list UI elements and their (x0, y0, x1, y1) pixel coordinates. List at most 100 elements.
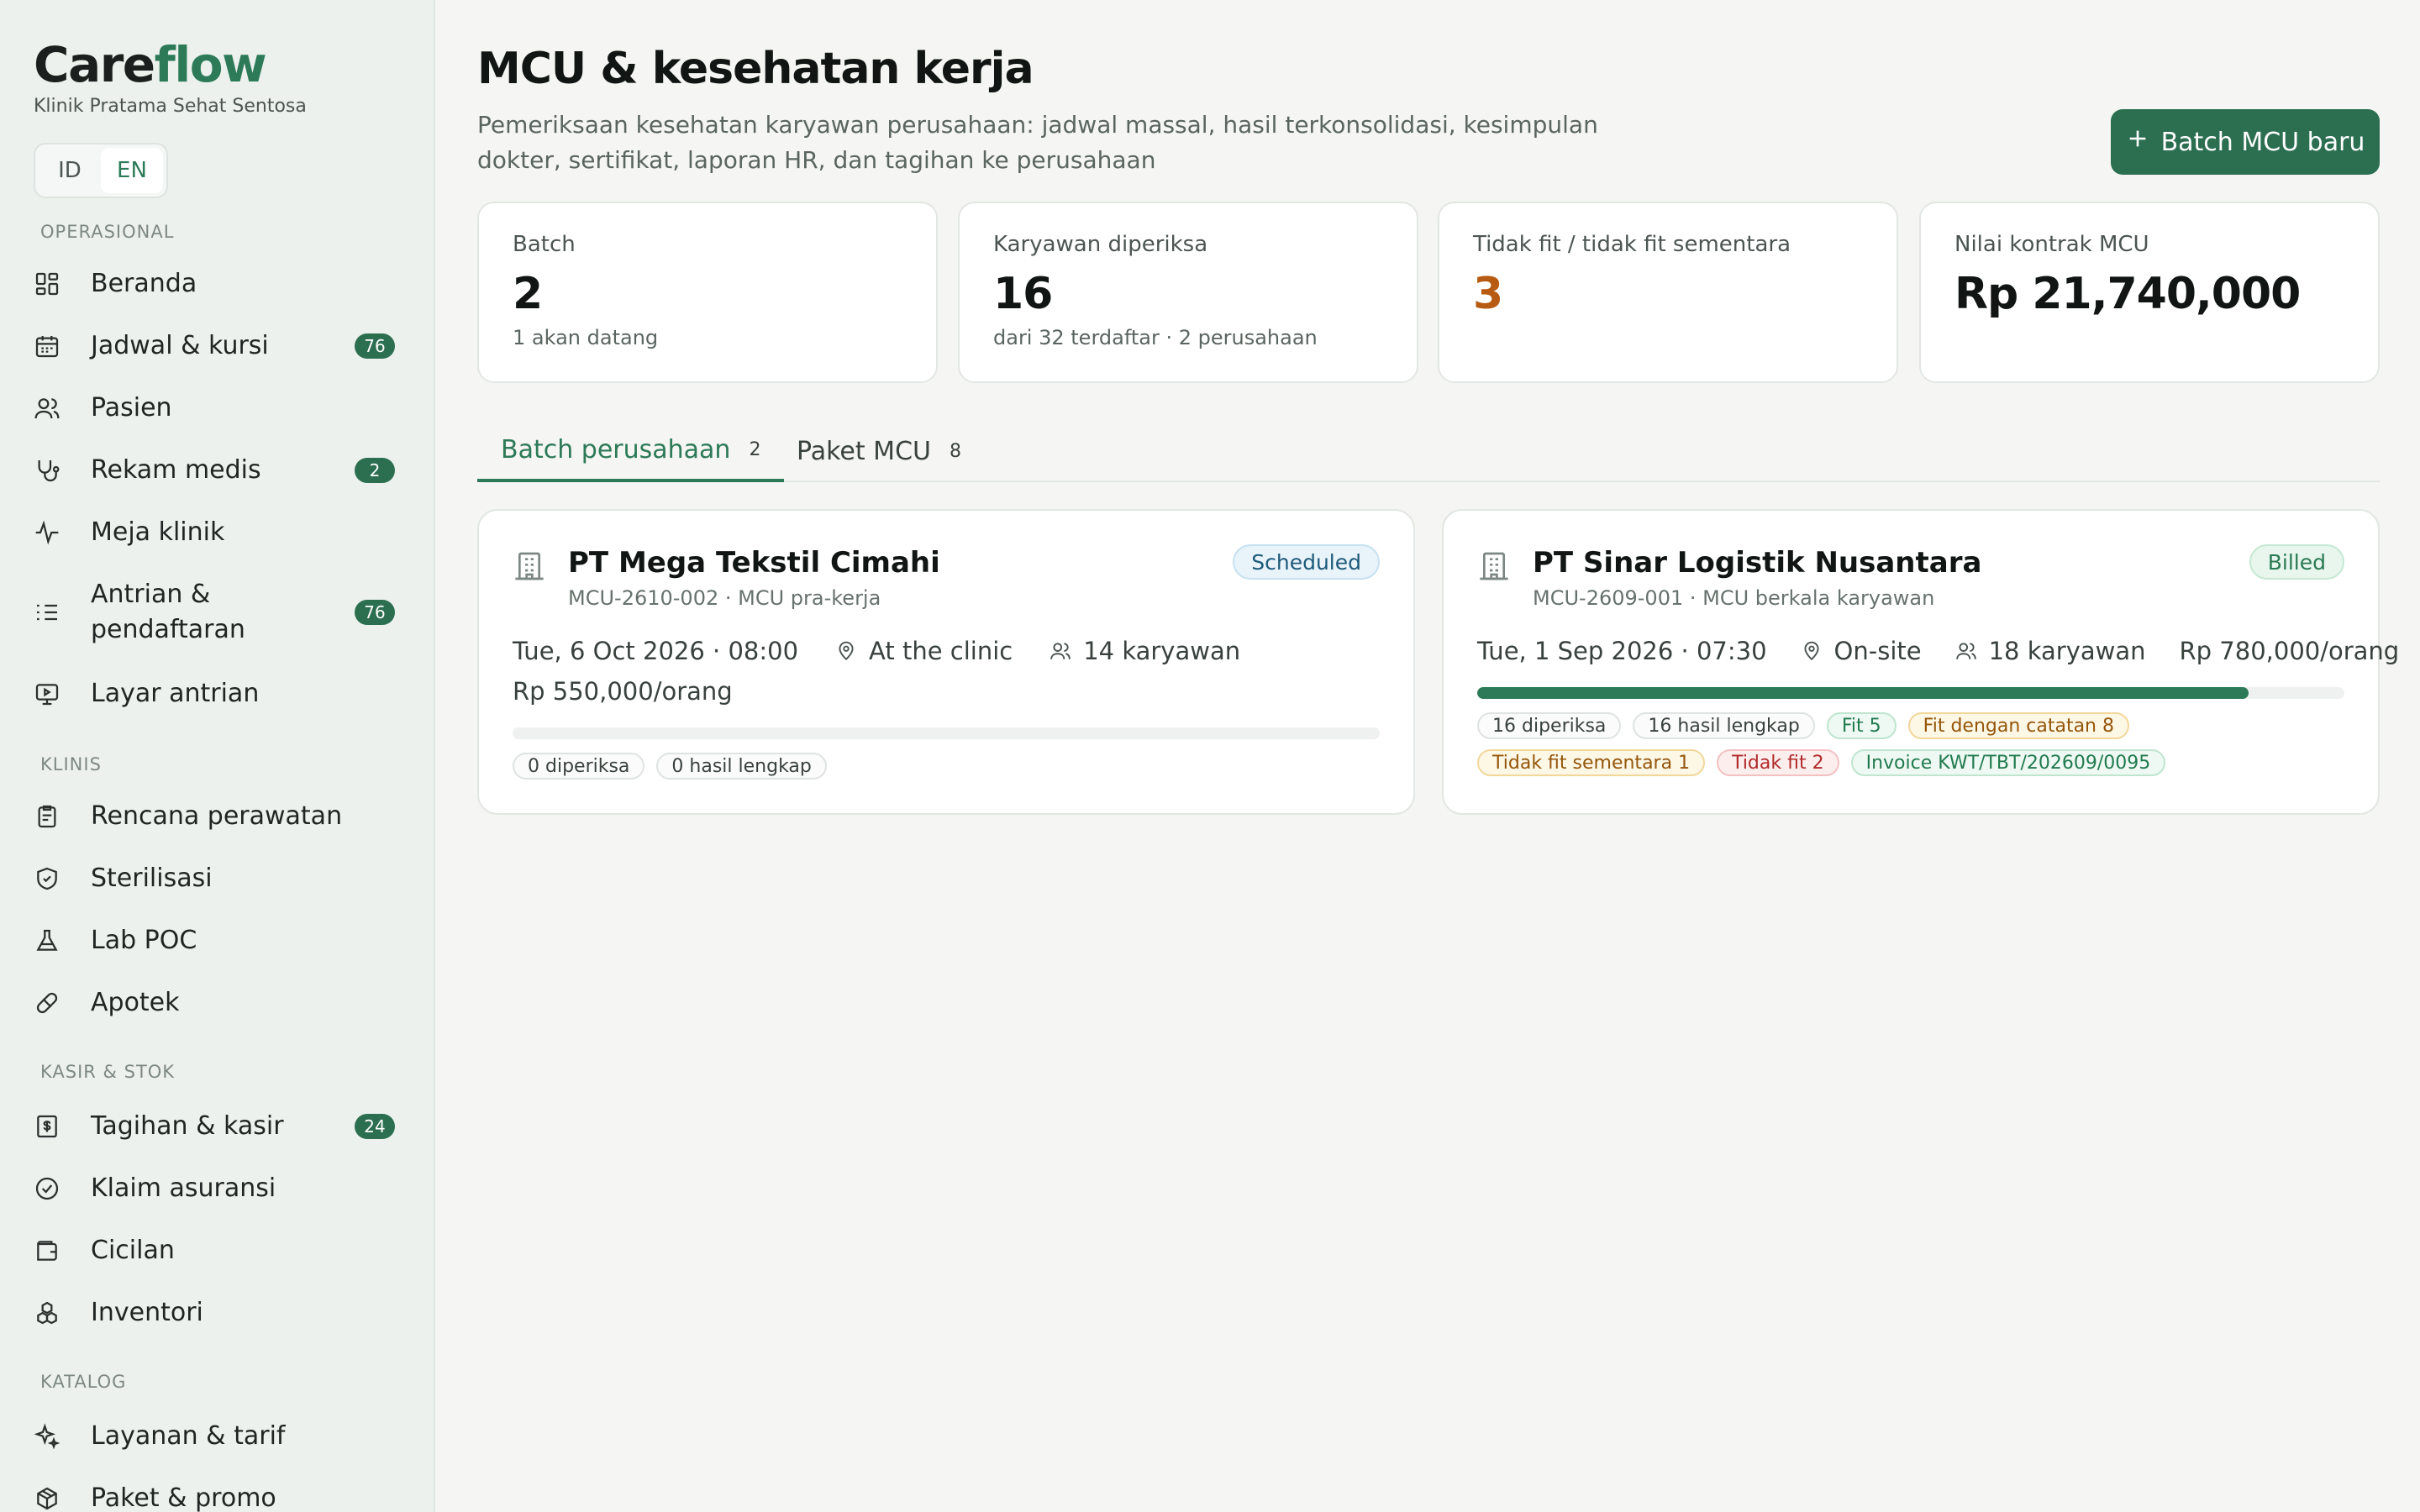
receipt-icon (34, 1111, 76, 1142)
batch-card[interactable]: PT Sinar Logistik Nusantara MCU-2609-001… (1442, 509, 2399, 815)
stat-value: 3 (1473, 269, 1503, 319)
price-text: Rp 780,000/orang (2179, 637, 2400, 665)
tab-label: Batch perusahaan (501, 434, 731, 465)
sidebar-item-label: Layar antrian (91, 679, 260, 708)
tab-paket-mcu[interactable]: Paket MCU 8 (773, 420, 985, 482)
sidebar-item-label: Antrian & pendaftaran (91, 580, 245, 644)
stat-card-karyawan: Karyawan diperiksa 16 dari 32 terdaftar … (958, 202, 1418, 383)
batch-datetime: Tue, 6 Oct 2026 · 08:00 (513, 637, 799, 665)
status-badge: Scheduled (1233, 544, 1380, 580)
sidebar-item-lab-poc[interactable]: Lab POC (34, 923, 403, 958)
calendar-icon (34, 331, 76, 361)
batch-location: On-site (1833, 637, 1922, 665)
main-content: MCU & kesehatan kerja Pemeriksaan keseha… (477, 0, 2399, 1512)
batch-employees: 14 karyawan (1083, 637, 1241, 665)
count-badge: 2 (355, 458, 395, 483)
sparkles-icon (34, 1421, 76, 1452)
location-pin-icon (835, 640, 857, 662)
sidebar-item-rencana-perawatan[interactable]: Rencana perawatan (34, 799, 403, 834)
chip-fit-dengan-catatan: Fit dengan catatan 8 (1907, 712, 2129, 739)
stat-card-batch: Batch 2 1 akan datang (477, 202, 938, 383)
plus-icon (2126, 127, 2149, 157)
location-pin-icon (1801, 640, 1823, 662)
sidebar-item-label: Layanan & tarif (91, 1421, 286, 1451)
users-icon (34, 393, 76, 423)
company-name: PT Sinar Logistik Nusantara (1533, 546, 1982, 580)
sidebar-item-label: Rekam medis (91, 455, 261, 485)
section-klinis: KLINIS (40, 754, 102, 774)
activity-icon (34, 517, 76, 548)
stat-value: 2 (513, 269, 543, 319)
sidebar-item-jadwal[interactable]: Jadwal & kursi 76 (34, 328, 403, 364)
sidebar-item-pasien[interactable]: Pasien (34, 391, 403, 426)
batch-datetime: Tue, 1 Sep 2026 · 07:30 (1477, 637, 1767, 665)
lang-en-button[interactable]: EN (101, 148, 163, 193)
chip-list: 0 diperiksa 0 hasil lengkap (513, 753, 1386, 780)
chip-invoice[interactable]: Invoice KWT/TBT/202609/0095 (1850, 749, 2166, 776)
sidebar-item-layanan-tarif[interactable]: Layanan & tarif (34, 1419, 403, 1454)
language-switch: ID EN (34, 143, 168, 198)
dashboard-icon (34, 269, 76, 299)
sidebar-item-sterilisasi[interactable]: Sterilisasi (34, 861, 403, 896)
sidebar-item-meja-klinik[interactable]: Meja klinik (34, 515, 403, 550)
status-badge: Billed (2249, 544, 2344, 580)
stat-sub: 1 akan datang (513, 326, 659, 349)
tab-count: 2 (749, 438, 761, 460)
chip-diperiksa: 16 diperiksa (1477, 712, 1622, 739)
chip-tidak-fit-sementara: Tidak fit sementara 1 (1477, 749, 1706, 776)
batch-meta: Tue, 6 Oct 2026 · 08:00 At the clinic 14… (513, 637, 1240, 665)
sidebar-item-paket-promo[interactable]: Paket & promo (34, 1481, 403, 1512)
brand-name-part1: Care (34, 36, 155, 93)
sidebar-item-antrian[interactable]: Antrian & pendaftaran 76 (34, 577, 403, 648)
sidebar-item-label: Rencana perawatan (91, 801, 343, 831)
progress-bar (1477, 687, 2344, 699)
tab-batch-perusahaan[interactable]: Batch perusahaan 2 (477, 420, 785, 482)
users-icon (1955, 640, 1977, 662)
brand-name-part2: flow (154, 36, 267, 93)
chip-list: 16 diperiksa 16 hasil lengkap Fit 5 Fit … (1477, 712, 2351, 776)
stat-label: Karyawan diperiksa (993, 232, 1208, 257)
flask-icon (34, 926, 76, 956)
brand-logo[interactable]: Careflow (34, 35, 307, 94)
stat-label: Tidak fit / tidak fit sementara (1473, 232, 1791, 257)
batch-code: MCU-2610-002 · MCU pra-kerja (568, 586, 881, 610)
chip-tidak-fit: Tidak fit 2 (1717, 749, 1839, 776)
sidebar-item-label: Inventori (91, 1298, 203, 1327)
tab-count: 8 (949, 440, 961, 462)
batch-meta: Tue, 1 Sep 2026 · 07:30 On-site 18 karya… (1477, 637, 2399, 665)
batch-card[interactable]: PT Mega Tekstil Cimahi MCU-2610-002 · MC… (477, 509, 1415, 815)
building-icon (513, 549, 546, 586)
sidebar-item-inventori[interactable]: Inventori (34, 1295, 403, 1331)
chip-fit: Fit 5 (1826, 712, 1897, 739)
batch-employees: 18 karyawan (1988, 637, 2146, 665)
pill-icon (34, 988, 76, 1018)
sidebar-item-label: Jadwal & kursi (91, 331, 269, 360)
building-icon (1477, 549, 1511, 586)
sidebar-item-apotek[interactable]: Apotek (34, 985, 403, 1021)
tab-bar: Batch perusahaan 2 Paket MCU 8 (477, 420, 2380, 482)
sidebar-item-layar-antrian[interactable]: Layar antrian (34, 676, 403, 711)
sidebar-item-klaim-asuransi[interactable]: Klaim asuransi (34, 1171, 403, 1206)
stat-label: Batch (513, 232, 576, 257)
sidebar-item-label: Pasien (91, 393, 172, 423)
chip-diperiksa: 0 diperiksa (513, 753, 645, 780)
sidebar-item-tagihan[interactable]: Tagihan & kasir 24 (34, 1109, 403, 1144)
lang-id-button[interactable]: ID (39, 148, 101, 193)
batch-price: Rp 550,000/orang (513, 677, 733, 706)
sidebar-item-cicilan[interactable]: Cicilan (34, 1233, 403, 1268)
sidebar-item-rekam-medis[interactable]: Rekam medis 2 (34, 453, 403, 488)
stat-label: Nilai kontrak MCU (1954, 232, 2149, 257)
sidebar-item-label: Apotek (91, 988, 180, 1017)
chip-hasil-lengkap: 0 hasil lengkap (656, 753, 827, 780)
stat-value: Rp 21,740,000 (1954, 269, 2301, 319)
list-icon (34, 597, 76, 627)
section-katalog: KATALOG (40, 1372, 127, 1392)
sidebar-item-beranda[interactable]: Beranda (34, 266, 403, 302)
wallet-icon (34, 1236, 76, 1266)
clipboard-icon (34, 801, 76, 832)
batch-location: At the clinic (869, 637, 1013, 665)
count-badge: 24 (355, 1114, 395, 1139)
new-batch-button[interactable]: Batch MCU baru (2111, 109, 2380, 175)
sidebar-item-label: Klaim asuransi (91, 1173, 276, 1203)
page-description: Pemeriksaan kesehatan karyawan perusahaa… (477, 111, 1598, 174)
